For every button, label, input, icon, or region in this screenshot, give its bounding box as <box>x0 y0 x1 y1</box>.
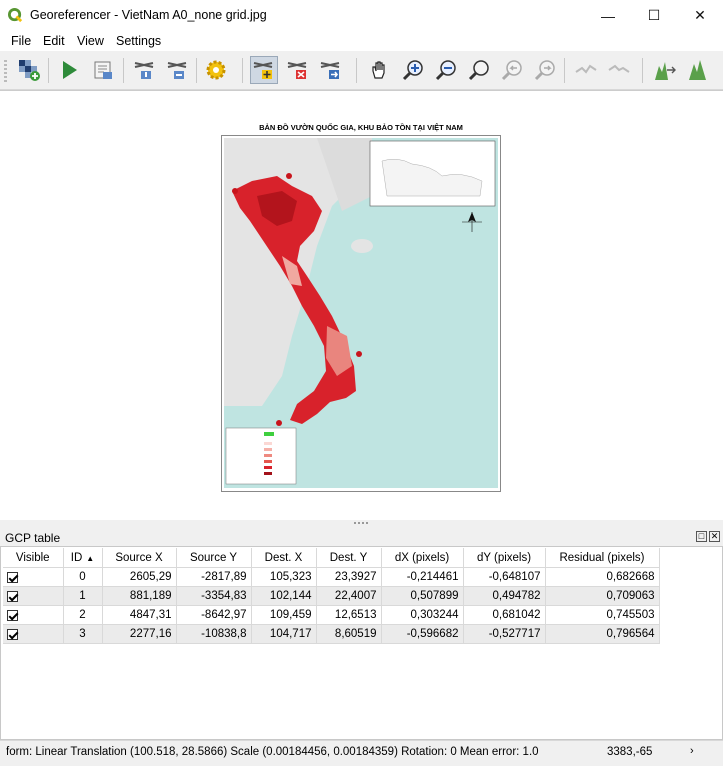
cell-source-x[interactable]: 2605,29 <box>102 567 177 587</box>
toolbar-grip[interactable] <box>4 60 7 82</box>
load-gcp-points-icon[interactable] <box>130 56 158 84</box>
link-georeferencer-to-qgis-icon[interactable] <box>572 56 600 84</box>
cell-residual: 0,709063 <box>545 586 660 606</box>
menu-edit[interactable]: Edit <box>43 34 65 48</box>
cell-dy: 0,494782 <box>463 586 546 606</box>
cell-dx: 0,507899 <box>381 586 464 606</box>
column-header-residual[interactable]: Residual (pixels) <box>545 548 660 568</box>
visible-checkbox[interactable] <box>7 572 18 583</box>
cell-residual: 0,745503 <box>545 605 660 625</box>
cell-dest-y[interactable]: 23,3927 <box>316 567 382 587</box>
zoom-in-icon[interactable] <box>399 56 427 84</box>
qgis-logo-icon <box>8 8 23 23</box>
pan-icon[interactable] <box>366 56 394 84</box>
zoom-to-layer-icon[interactable] <box>465 56 493 84</box>
transform-status-message: form: Linear Translation (100.518, 28.58… <box>6 746 539 758</box>
local-histogram-stretch-icon[interactable] <box>684 56 712 84</box>
cell-dest-y[interactable]: 12,6513 <box>316 605 382 625</box>
status-bar: form: Linear Translation (100.518, 28.58… <box>0 740 723 766</box>
visible-checkbox[interactable] <box>7 629 18 640</box>
title-bar: Georeferencer - VietNam A0_none grid.jpg… <box>0 0 723 31</box>
cell-dy: 0,681042 <box>463 605 546 625</box>
column-header-dy[interactable]: dY (pixels) <box>463 548 546 568</box>
cell-residual: 0,682668 <box>545 567 660 587</box>
cell-source-x[interactable]: 4847,31 <box>102 605 177 625</box>
open-raster-icon[interactable] <box>15 56 43 84</box>
generate-gdal-script-icon[interactable] <box>89 56 117 84</box>
column-header-visible[interactable]: Visible <box>3 548 64 568</box>
zoom-last-icon[interactable] <box>498 56 526 84</box>
cell-residual: 0,796564 <box>545 624 660 644</box>
status-scroll-right-icon[interactable]: › <box>690 745 694 757</box>
gcp-table[interactable]: Visible ID ▲ Source X Source Y Dest. X De… <box>0 546 723 740</box>
maximize-button[interactable]: ☐ <box>631 0 677 31</box>
float-panel-button[interactable]: □ <box>696 531 707 542</box>
menu-view[interactable]: View <box>77 34 104 48</box>
cell-source-y[interactable]: -2817,89 <box>176 567 252 587</box>
cell-source-x[interactable]: 881,189 <box>102 586 177 606</box>
add-point-icon[interactable] <box>250 56 278 84</box>
menu-bar: File Edit View Settings <box>0 31 723 51</box>
start-georeferencing-icon[interactable] <box>55 56 83 84</box>
table-row[interactable]: 3 2277,16 -10838,8 104,717 8,60519 -0,59… <box>3 624 660 644</box>
menu-settings[interactable]: Settings <box>116 34 161 48</box>
zoom-out-icon[interactable] <box>432 56 460 84</box>
full-histogram-stretch-icon[interactable] <box>651 56 679 84</box>
map-title: BẢN ĐỒ VƯỜN QUỐC GIA, KHU BẢO TỒN TẠI VI… <box>259 123 463 132</box>
column-header-id[interactable]: ID ▲ <box>63 548 103 568</box>
cell-dy: -0,527717 <box>463 624 546 644</box>
transformation-settings-icon[interactable] <box>202 56 230 84</box>
cell-dest-y[interactable]: 8,60519 <box>316 624 382 644</box>
close-button[interactable]: ✕ <box>677 0 723 31</box>
window-title: Georeferencer - VietNam A0_none grid.jpg <box>30 8 267 22</box>
link-qgis-to-georeferencer-icon[interactable] <box>605 56 633 84</box>
gcp-panel-header: GCP table □ ✕ <box>0 528 723 546</box>
panel-splitter[interactable] <box>0 520 723 528</box>
move-gcp-point-icon[interactable] <box>317 56 345 84</box>
column-header-dx[interactable]: dX (pixels) <box>381 548 464 568</box>
cell-dest-x[interactable]: 109,459 <box>251 605 317 625</box>
visible-checkbox[interactable] <box>7 610 18 621</box>
gcp-table-grid: Visible ID ▲ Source X Source Y Dest. X De… <box>3 548 660 644</box>
cell-dx: -0,596682 <box>381 624 464 644</box>
cell-dy: -0,648107 <box>463 567 546 587</box>
column-header-dest-y[interactable]: Dest. Y <box>316 548 382 568</box>
map-canvas[interactable]: BẢN ĐỒ VƯỜN QUỐC GIA, KHU BẢO TỒN TẠI VI… <box>0 90 723 521</box>
cell-dest-x[interactable]: 102,144 <box>251 586 317 606</box>
delete-point-icon[interactable] <box>284 56 312 84</box>
sort-ascending-icon: ▲ <box>86 553 95 563</box>
zoom-next-icon[interactable] <box>531 56 559 84</box>
table-row[interactable]: 2 4847,31 -8642,97 109,459 12,6513 0,303… <box>3 605 660 625</box>
gcp-panel-title: GCP table <box>5 531 61 545</box>
cell-source-y[interactable]: -8642,97 <box>176 605 252 625</box>
cell-id[interactable]: 3 <box>63 624 103 644</box>
column-header-source-x[interactable]: Source X <box>102 548 177 568</box>
cell-source-y[interactable]: -10838,8 <box>176 624 252 644</box>
cell-dest-x[interactable]: 104,717 <box>251 624 317 644</box>
cell-dx: 0,303244 <box>381 605 464 625</box>
menu-file[interactable]: File <box>11 34 31 48</box>
table-row[interactable]: 0 2605,29 -2817,89 105,323 23,3927 -0,21… <box>3 567 660 587</box>
cell-dest-y[interactable]: 22,4007 <box>316 586 382 606</box>
save-gcp-points-icon[interactable] <box>163 56 191 84</box>
close-panel-button[interactable]: ✕ <box>709 531 720 542</box>
column-header-id-label: ID <box>70 551 83 564</box>
column-header-dest-x[interactable]: Dest. X <box>251 548 317 568</box>
cell-source-y[interactable]: -3354,83 <box>176 586 252 606</box>
cell-dest-x[interactable]: 105,323 <box>251 567 317 587</box>
visible-checkbox[interactable] <box>7 591 18 602</box>
minimize-button[interactable]: — <box>585 0 631 31</box>
cell-id[interactable]: 1 <box>63 586 103 606</box>
column-header-source-y[interactable]: Source Y <box>176 548 252 568</box>
cell-id[interactable]: 0 <box>63 567 103 587</box>
cell-dx: -0,214461 <box>381 567 464 587</box>
table-row[interactable]: 1 881,189 -3354,83 102,144 22,4007 0,507… <box>3 586 660 606</box>
cell-id[interactable]: 2 <box>63 605 103 625</box>
cell-source-x[interactable]: 2277,16 <box>102 624 177 644</box>
toolbar <box>0 52 723 90</box>
vietnam-map-graphic <box>224 138 498 488</box>
raster-map-image <box>221 135 501 492</box>
coordinate-readout: 3383,-65 <box>607 746 653 758</box>
